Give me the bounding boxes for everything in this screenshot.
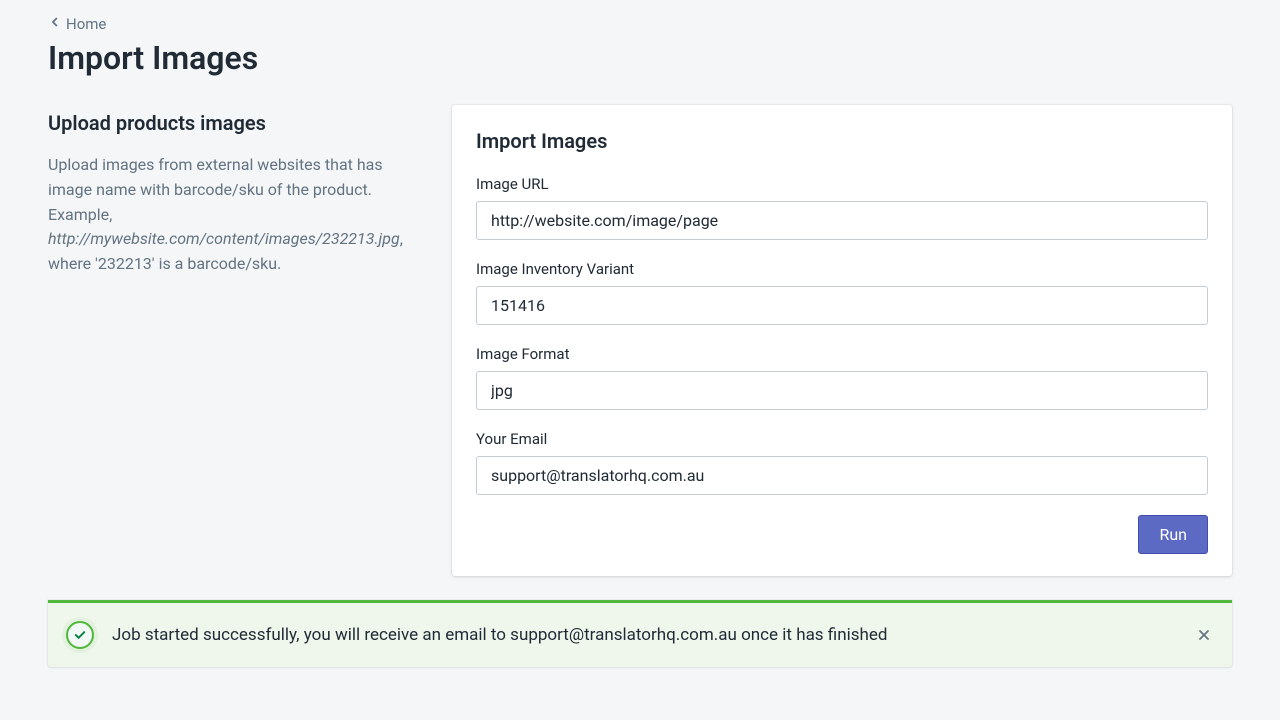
variant-input[interactable] — [476, 286, 1208, 325]
image-url-input[interactable] — [476, 201, 1208, 240]
success-banner: Job started successfully, you will recei… — [48, 600, 1232, 667]
side-desc-example: http://mywebsite.com/content/images/2322… — [48, 229, 400, 248]
email-label: Your Email — [476, 430, 1208, 448]
format-input[interactable] — [476, 371, 1208, 410]
email-input[interactable] — [476, 456, 1208, 495]
page-title: Import Images — [48, 39, 1232, 77]
side-heading: Upload products images — [48, 111, 428, 135]
variant-label: Image Inventory Variant — [476, 260, 1208, 278]
checkmark-circle-icon — [66, 621, 94, 649]
form-heading: Import Images — [476, 129, 1208, 153]
form-card: Import Images Image URL Image Inventory … — [452, 105, 1232, 576]
run-button[interactable]: Run — [1138, 515, 1208, 554]
side-description: Upload images from external websites tha… — [48, 153, 428, 277]
image-url-label: Image URL — [476, 175, 1208, 193]
breadcrumb-home[interactable]: Home — [48, 15, 106, 33]
chevron-left-icon — [48, 15, 62, 33]
banner-message: Job started successfully, you will recei… — [112, 625, 1176, 645]
side-desc-text: Upload images from external websites tha… — [48, 155, 383, 224]
close-icon[interactable] — [1194, 625, 1214, 645]
breadcrumb-label: Home — [66, 15, 106, 33]
format-label: Image Format — [476, 345, 1208, 363]
side-panel: Upload products images Upload images fro… — [48, 105, 428, 277]
